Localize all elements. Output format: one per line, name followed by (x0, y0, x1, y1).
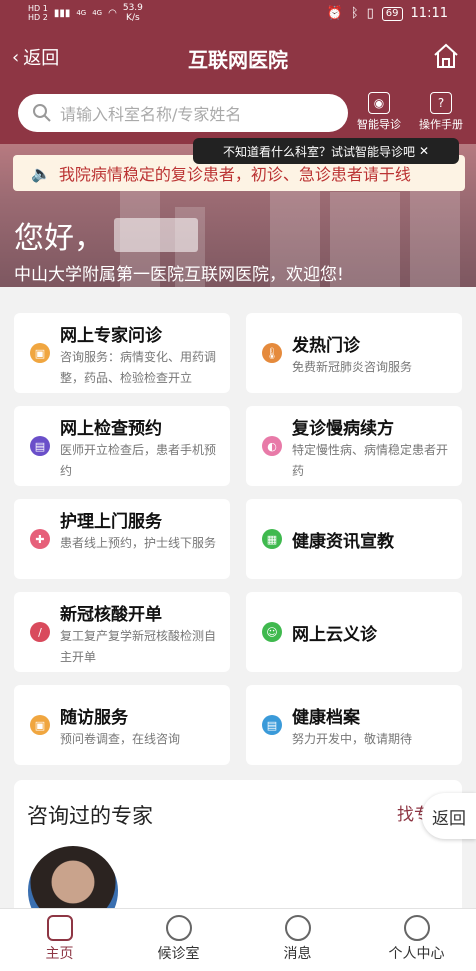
manual-button[interactable]: ? 操作手册 (419, 92, 463, 132)
search-input[interactable]: 请输入科室名称/专家姓名 (18, 94, 348, 132)
network2-label: 4G (92, 9, 103, 17)
home-icon[interactable] (432, 42, 460, 70)
top-nav-bar: ‹ 返回 互联网医院 (0, 30, 476, 86)
greeting: 您好， (14, 213, 198, 257)
welcome-subtitle: 中山大学附属第一医院互联网医院，欢迎您! (14, 265, 344, 285)
service-title: 护理上门服务 (60, 512, 162, 532)
nurse-icon: ✚ (30, 529, 50, 549)
service-desc: 复工复产复学新冠核酸检测自主开单 (60, 629, 217, 664)
bottom-tab-bar: 主页 候诊室 消息 个人中心 (0, 908, 476, 971)
search-placeholder: 请输入科室名称/专家姓名 (60, 105, 242, 124)
service-title: 发热门诊 (292, 336, 360, 356)
calendar-icon: ▤ (30, 436, 50, 456)
service-desc: 预问卷调查，在线咨询 (60, 732, 181, 746)
service-title: 新冠核酸开单 (60, 605, 162, 625)
service-title: 网上专家问诊 (60, 326, 162, 346)
service-title: 复诊慢病续方 (292, 419, 394, 439)
tab-messages[interactable]: 消息 (238, 909, 357, 971)
service-title: 网上云义诊 (292, 625, 377, 645)
vibrate-icon: ▯ (366, 6, 374, 21)
status-bar: HD 1 HD 2 ▮▮▮ 4G 4G ◠ 53.9 K/s ⏰ ᛒ ▯ 69 … (0, 0, 476, 30)
manual-label: 操作手册 (419, 118, 463, 131)
sim2-label: HD 2 (28, 13, 48, 22)
service-desc: 免费新冠肺炎咨询服务 (292, 360, 413, 374)
service-card[interactable]: ▣ 网上专家问诊 咨询服务：病情变化、用药调整，药品、检验检查开立 (14, 313, 230, 393)
tooltip-text: 不知道看什么科室？试试智能导诊吧 (222, 144, 415, 159)
smart-guide-button[interactable]: ◉ 智能导诊 (357, 92, 401, 132)
wifi-icon: ◠ (108, 7, 117, 19)
service-desc: 特定慢性病、病情稳定患者开药 (292, 443, 449, 478)
service-card[interactable]: ▤ 网上检查预约 医师开立检查后，患者手机预约 (14, 406, 230, 486)
floating-back-button[interactable]: 返回 (422, 793, 476, 839)
search-icon (33, 104, 51, 122)
smart-guide-label: 智能导诊 (357, 118, 401, 131)
close-icon[interactable]: ✕ (419, 144, 429, 158)
test-tube-icon: / (30, 622, 50, 642)
smart-guide-tooltip: 不知道看什么科室？试试智能导诊吧 ✕ (193, 138, 459, 164)
greeting-text: 您好， (14, 221, 104, 256)
tab-home[interactable]: 主页 (0, 909, 119, 971)
service-desc: 医师开立检查后，患者手机预约 (60, 443, 217, 478)
sim1-label: HD 1 (28, 4, 48, 13)
signal-icon: ▮▮▮ (53, 7, 71, 19)
consulted-experts-section: 咨询过的专家 找专家 (14, 780, 462, 920)
service-desc: 咨询服务：病情变化、用药调整，药品、检验检查开立 (60, 350, 217, 385)
news-icon: ▦ (262, 529, 282, 549)
status-right: ⏰ ᛒ ▯ 69 11:11 (327, 6, 448, 21)
network1-label: 4G (76, 9, 87, 17)
speaker-icon: 🔈 (31, 163, 51, 183)
service-desc: 患者线上预约，护士线下服务 (60, 536, 217, 550)
record-icon: ▤ (262, 715, 282, 735)
service-card[interactable]: ▤ 健康档案 努力开发中，敬请期待 (246, 685, 462, 765)
pill-icon: ◐ (262, 436, 282, 456)
profile-icon (403, 915, 430, 941)
smile-icon: ☺ (262, 622, 282, 642)
bluetooth-icon: ᛒ (350, 6, 359, 21)
experts-heading: 咨询过的专家 (27, 804, 153, 828)
message-icon (284, 915, 311, 941)
notice-text: 我院病情稳定的复诊患者，初诊、急诊患者请于线 (58, 165, 411, 184)
home-icon (46, 915, 73, 941)
battery-level: 69 (381, 6, 403, 21)
clock: 11:11 (410, 6, 448, 21)
service-title: 网上检查预约 (60, 419, 162, 439)
page-title: 互联网医院 (188, 48, 288, 72)
service-title: 健康档案 (292, 708, 360, 728)
status-left: HD 1 HD 2 ▮▮▮ 4G 4G ◠ 53.9 K/s (28, 3, 143, 23)
tab-label: 主页 (45, 946, 74, 962)
followup-icon: ▣ (30, 715, 50, 735)
speed-value: 53.9 (122, 3, 143, 13)
service-desc: 努力开发中，敬请期待 (292, 732, 413, 746)
speed-unit: K/s (126, 13, 140, 23)
service-card[interactable]: ▣ 随访服务 预问卷调查，在线咨询 (14, 685, 230, 765)
tab-label: 个人中心 (388, 946, 445, 962)
tab-profile[interactable]: 个人中心 (357, 909, 476, 971)
question-icon: ? (430, 92, 452, 114)
tab-waiting-room[interactable]: 候诊室 (119, 909, 238, 971)
robot-icon: ◉ (368, 92, 390, 114)
alarm-icon: ⏰ (326, 6, 343, 21)
service-card[interactable]: ◐ 复诊慢病续方 特定慢性病、病情稳定患者开药 (246, 406, 462, 486)
waiting-room-icon (165, 915, 192, 941)
service-card[interactable]: ☺ 网上云义诊 (246, 592, 462, 672)
thermometer-icon: 🌡 (262, 343, 282, 363)
blurred-username (114, 218, 198, 252)
service-card[interactable]: 🌡 发热门诊 免费新冠肺炎咨询服务 (246, 313, 462, 393)
tab-label: 消息 (283, 946, 312, 962)
search-row: 请输入科室名称/专家姓名 ◉ 智能导诊 ? 操作手册 (0, 86, 476, 144)
service-card[interactable]: / 新冠核酸开单 复工复产复学新冠核酸检测自主开单 (14, 592, 230, 672)
tab-label: 候诊室 (157, 946, 200, 962)
consult-icon: ▣ (30, 343, 50, 363)
service-card[interactable]: ✚ 护理上门服务 患者线上预约，护士线下服务 (14, 499, 230, 579)
service-title: 健康资讯宣教 (292, 532, 394, 552)
service-card[interactable]: ▦ 健康资讯宣教 (246, 499, 462, 579)
service-title: 随访服务 (60, 708, 128, 728)
